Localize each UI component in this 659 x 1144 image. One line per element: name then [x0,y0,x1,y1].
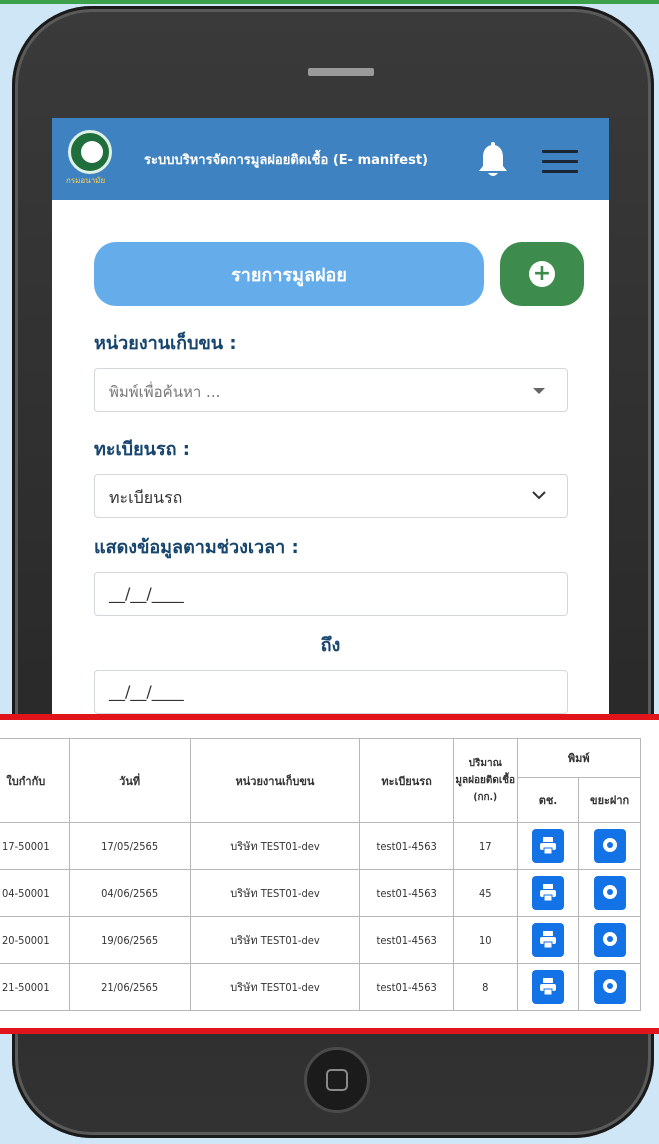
caret-down-icon [533,388,545,394]
phone-screen: กรมอนามัย ระบบบริหารจัดการมูลฝอยติดเชื้อ… [52,118,609,718]
home-square-icon [326,1069,348,1091]
date-from-value: __/__/____ [109,584,184,603]
header-doc-no: ใบกำกับ [0,738,70,823]
plate-select[interactable]: ทะเบียนรถ [94,474,568,518]
cell-doc-no: 21-50001 [0,963,70,1011]
range-label: แสดงข้อมูลตามช่วงเวลา : [94,537,299,558]
collector-select[interactable]: พิมพ์เพื่อค้นหา ... [94,368,568,412]
header-plate: ทะเบียนรถ [359,738,454,823]
print-dispose-button[interactable] [593,876,626,910]
app-header: กรมอนามัย ระบบบริหารจัดการมูลฝอยติดเชื้อ… [52,118,609,200]
collector-label: หน่วยงานเก็บขน : [94,333,237,354]
print-doc-button[interactable] [531,970,564,1004]
printer-icon [539,837,556,855]
plate-value: ทะเบียนรถ [109,488,183,507]
cell-collector: บริษัท TEST01-dev [189,916,361,964]
cell-plate: test01-4563 [359,963,454,1011]
plus-icon: + [529,261,555,287]
view-icon [602,932,617,946]
cell-collector: บริษัท TEST01-dev [189,869,361,917]
print-dispose-button[interactable] [593,923,626,957]
cell-quantity: 17 [452,822,518,870]
printer-icon [539,931,556,949]
table-row: 21-50001 21/06/2565 บริษัท TEST01-dev te… [0,963,641,1011]
cell-plate: test01-4563 [359,869,454,917]
logo-text: กรมอนามัย [66,176,106,185]
print-dispose-button[interactable] [593,970,626,1004]
table-row: 20-50001 19/06/2565 บริษัท TEST01-dev te… [0,916,641,964]
department-logo: กรมอนามัย [66,130,124,190]
print-doc-button[interactable] [531,923,564,957]
date-to-input[interactable]: __/__/____ [94,670,568,714]
view-icon [602,885,617,899]
cell-doc-no: 20-50001 [0,916,70,964]
cell-collector: บริษัท TEST01-dev [189,822,361,870]
print-doc-button[interactable] [531,876,564,910]
results-table: ใบกำกับ วันที่ หน่วยงานเก็บขน ทะเบียนรถ … [0,738,642,1011]
date-to-value: __/__/____ [109,682,184,701]
print-dispose-button[interactable] [593,829,626,863]
logo-emblem [68,130,112,174]
cell-date: 19/06/2565 [68,916,191,964]
printer-icon [539,978,556,996]
top-strip [0,0,659,4]
chevron-down-icon [532,491,546,500]
cell-quantity: 45 [452,869,518,917]
cell-date: 21/06/2565 [68,963,191,1011]
cell-doc-no: 17-50001 [0,822,70,870]
cell-date: 17/05/2565 [68,822,191,870]
cell-quantity: 8 [452,963,518,1011]
header-quantity: ปริมาณ มูลฝอยติดเชื้อ (กก.) [452,738,518,823]
header-print-doc: ตช. [516,777,580,823]
date-from-input[interactable]: __/__/____ [94,572,568,616]
cell-collector: บริษัท TEST01-dev [189,963,361,1011]
header-collector: หน่วยงานเก็บขน [189,738,361,823]
collector-placeholder: พิมพ์เพื่อค้นหา ... [109,383,221,401]
waste-list-button[interactable]: รายการมูลฝอย [94,242,484,306]
results-table-panel: ใบกำกับ วันที่ หน่วยงานเก็บขน ทะเบียนรถ … [0,714,659,1034]
bell-icon[interactable] [476,142,510,180]
view-icon [602,838,617,852]
hamburger-menu-icon[interactable] [542,150,578,174]
cell-quantity: 10 [452,916,518,964]
print-doc-button[interactable] [531,829,564,863]
to-label: ถึง [320,635,341,656]
printer-icon [539,884,556,902]
view-icon [602,979,617,993]
table-row: 04-50001 04/06/2565 บริษัท TEST01-dev te… [0,869,641,917]
table-row: 17-50001 17/05/2565 บริษัท TEST01-dev te… [0,822,641,870]
add-button[interactable]: + [500,242,584,306]
cell-doc-no: 04-50001 [0,869,70,917]
phone-speaker [308,68,374,76]
header-print: พิมพ์ [516,738,642,778]
header-print-dispose: ขยะฝาก [578,777,641,823]
plate-label: ทะเบียนรถ : [94,439,190,460]
app-title: ระบบบริหารจัดการมูลฝอยติดเชื้อ (E- manif… [144,153,428,168]
phone-home-button [304,1047,370,1113]
cell-plate: test01-4563 [359,916,454,964]
cell-date: 04/06/2565 [68,869,191,917]
header-date: วันที่ [68,738,191,823]
cell-plate: test01-4563 [359,822,454,870]
